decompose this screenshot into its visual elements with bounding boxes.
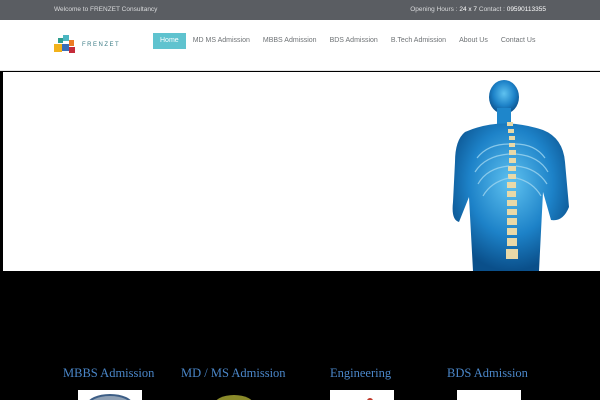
logo-text: FRENZET [82,42,121,48]
hours-value: 24 x 7 [459,6,478,13]
hero-slider[interactable] [3,72,600,271]
nav-md-ms-admission[interactable]: MD MS Admission [187,33,256,49]
frenzet-logo[interactable]: FRENZET [54,35,124,57]
nav-mbbs-admission[interactable]: MBBS Admission [257,33,323,49]
logo-square-yellow [54,44,62,52]
category-mbbs-admission[interactable]: MBBS Admission [63,366,154,381]
welcome-text: Welcome to FRENZET Consultancy [54,6,158,13]
contact-label: Contact : [478,6,505,13]
contact-info: Opening Hours : 24 x 7 Contact : 0959011… [410,6,546,13]
mbbs-thumbnail[interactable] [78,390,142,400]
logo-square-blue [62,44,69,51]
bds-thumbnail[interactable] [457,390,521,400]
main-navigation: Home MD MS Admission MBBS Admission BDS … [153,33,542,49]
spine-body-image [452,80,569,271]
category-engineering[interactable]: Engineering [330,366,391,381]
engineering-thumbnail[interactable] [330,390,394,400]
nav-contact-us[interactable]: Contact Us [495,33,542,49]
category-bds-admission[interactable]: BDS Admission [447,366,528,381]
phone-number[interactable]: 09590113355 [507,6,546,13]
site-header: FRENZET Home MD MS Admission MBBS Admiss… [0,20,600,71]
category-md-ms-admission[interactable]: MD / MS Admission [181,366,286,381]
hours-label: Opening Hours : [410,6,458,13]
nav-btech-admission[interactable]: B.Tech Admission [385,33,452,49]
logo-square-orange [69,40,74,46]
top-info-bar: Welcome to FRENZET Consultancy Opening H… [0,0,600,20]
logo-square-red [69,47,75,53]
nav-about-us[interactable]: About Us [453,33,494,49]
md-ms-thumbnail[interactable] [204,390,268,400]
nav-home[interactable]: Home [153,33,186,49]
nav-bds-admission[interactable]: BDS Admission [324,33,384,49]
